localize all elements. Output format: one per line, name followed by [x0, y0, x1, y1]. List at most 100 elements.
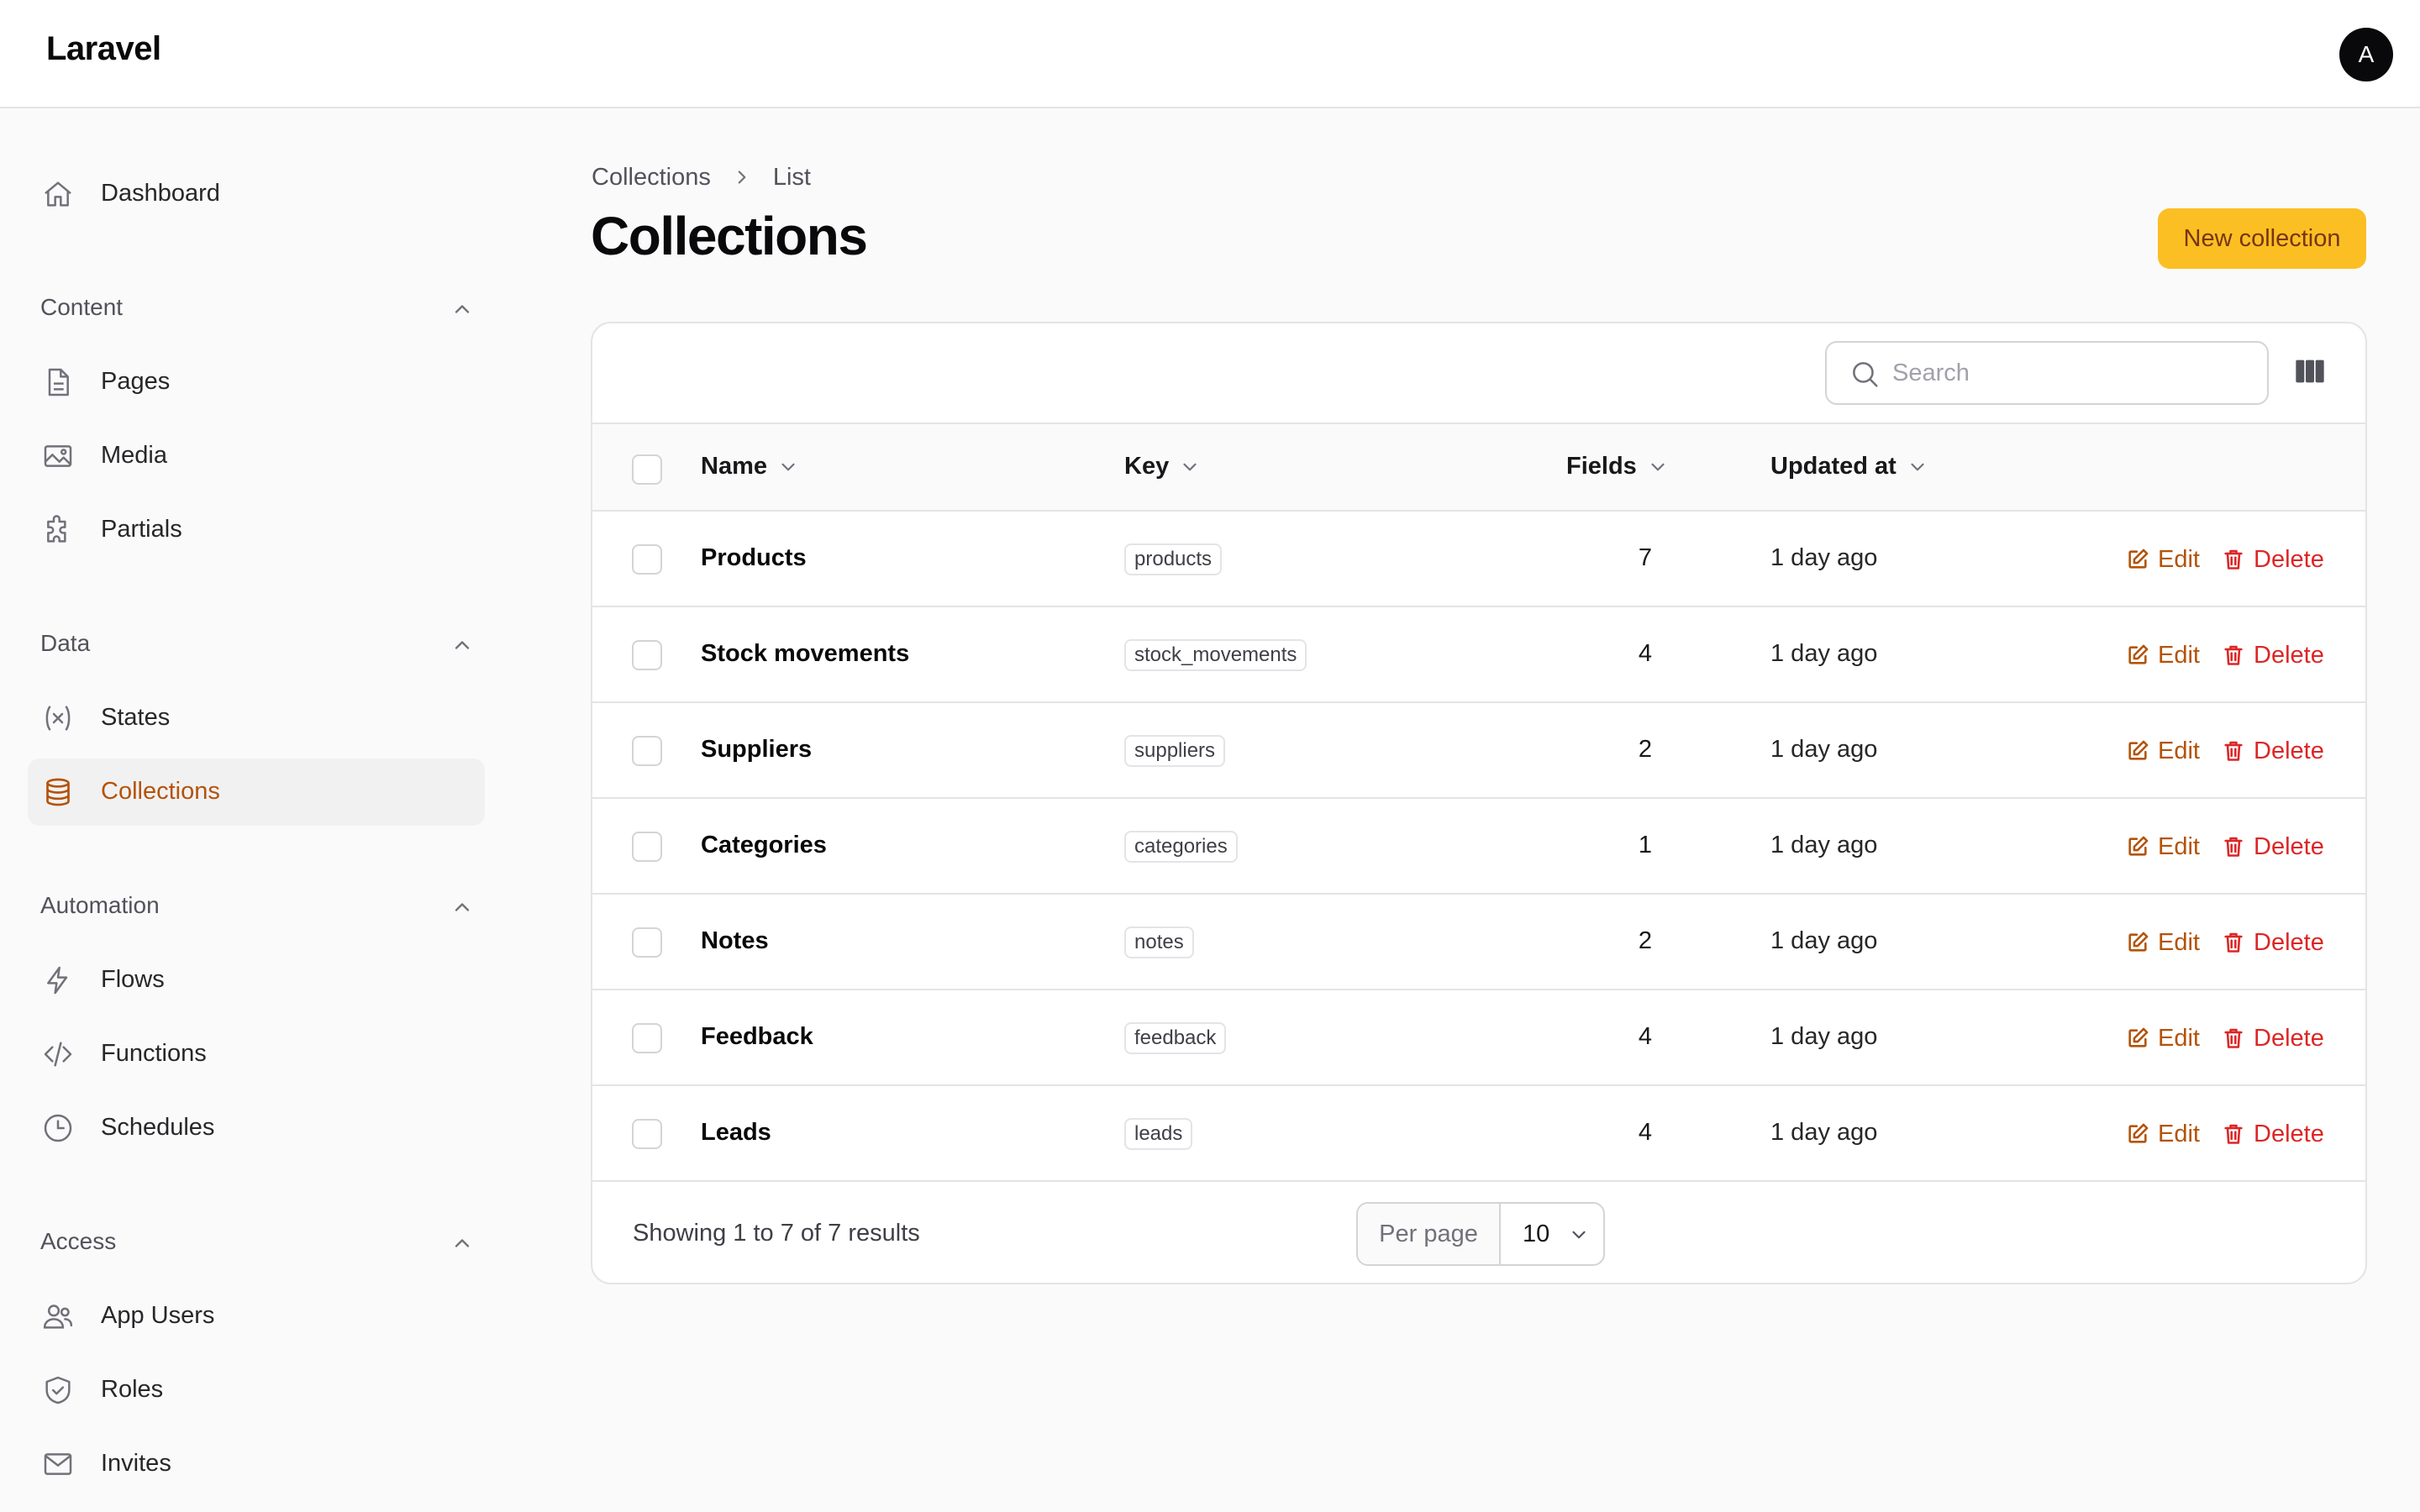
- table-row[interactable]: Suppliers suppliers 2 1 day ago Edit Delete: [592, 703, 2365, 799]
- trash-icon: [2222, 548, 2254, 571]
- key-badge: leads: [1124, 1118, 1193, 1150]
- table-header: Name Key Fields Updated at: [592, 423, 2365, 512]
- sidebar-item-invites[interactable]: Invites: [28, 1431, 485, 1498]
- user-avatar[interactable]: A: [2339, 28, 2393, 81]
- pagination-summary: Showing 1 to 7 of 7 results: [633, 1220, 920, 1247]
- chevron-up-icon: [450, 633, 474, 657]
- sidebar-item-app-users[interactable]: App Users: [28, 1283, 485, 1350]
- delete-button[interactable]: Delete: [2222, 734, 2324, 768]
- per-page-select[interactable]: Per page 10: [1356, 1202, 1605, 1266]
- edit-button[interactable]: Edit: [2126, 926, 2200, 959]
- table-row[interactable]: Products products 7 1 day ago Edit Delete: [592, 512, 2365, 607]
- delete-label: Delete: [2254, 928, 2324, 956]
- code-icon: [41, 1037, 75, 1071]
- cell-name: Notes: [701, 927, 769, 954]
- row-checkbox[interactable]: [632, 832, 662, 862]
- delete-button[interactable]: Delete: [2222, 543, 2324, 576]
- breadcrumb: Collections List: [592, 162, 811, 192]
- sidebar-item-roles[interactable]: Roles: [28, 1357, 485, 1424]
- sidebar-item-label: Functions: [101, 1040, 207, 1067]
- trash-icon: [2222, 931, 2254, 954]
- row-checkbox[interactable]: [632, 544, 662, 575]
- chevron-down-icon: [1647, 456, 1669, 478]
- edit-button[interactable]: Edit: [2126, 1021, 2200, 1055]
- edit-button[interactable]: Edit: [2126, 543, 2200, 576]
- sidebar-group-access[interactable]: Access: [40, 1225, 474, 1258]
- edit-button[interactable]: Edit: [2126, 1117, 2200, 1151]
- delete-label: Delete: [2254, 1120, 2324, 1147]
- new-collection-button[interactable]: New collection: [2158, 208, 2366, 269]
- row-checkbox[interactable]: [632, 640, 662, 670]
- edit-button[interactable]: Edit: [2126, 638, 2200, 672]
- table-row[interactable]: Stock movements stock_movements 4 1 day ago…: [592, 607, 2365, 703]
- column-header-name[interactable]: Name: [701, 453, 799, 480]
- edit-button[interactable]: Edit: [2126, 830, 2200, 864]
- row-checkbox[interactable]: [632, 927, 662, 958]
- sidebar-item-dashboard[interactable]: Dashboard: [28, 160, 485, 228]
- cell-updated-at: 1 day ago: [1770, 640, 1878, 667]
- group-label: Automation: [40, 892, 160, 918]
- sidebar-item-functions[interactable]: Functions: [28, 1021, 485, 1088]
- trash-icon: [2222, 1122, 2254, 1146]
- delete-button[interactable]: Delete: [2222, 830, 2324, 864]
- delete-button[interactable]: Delete: [2222, 1117, 2324, 1151]
- home-icon: [41, 177, 75, 211]
- edit-label: Edit: [2158, 928, 2200, 956]
- sidebar-item-schedules[interactable]: Schedules: [28, 1095, 485, 1162]
- key-badge: suppliers: [1124, 735, 1226, 767]
- brand-logo[interactable]: Laravel: [46, 30, 161, 68]
- cell-name: Suppliers: [701, 736, 813, 763]
- row-checkbox[interactable]: [632, 736, 662, 766]
- shield-icon: [41, 1373, 75, 1407]
- per-page-value: 10: [1523, 1221, 1550, 1247]
- mail-icon: [41, 1447, 75, 1481]
- sidebar-item-media[interactable]: Media: [28, 423, 485, 490]
- table-row[interactable]: Notes notes 2 1 day ago Edit Delete: [592, 895, 2365, 990]
- edit-label: Edit: [2158, 737, 2200, 764]
- edit-button[interactable]: Edit: [2126, 734, 2200, 768]
- column-header-updated-at[interactable]: Updated at: [1770, 453, 1928, 480]
- sidebar-item-label: Collections: [101, 778, 220, 805]
- sidebar-item-label: Invites: [101, 1450, 171, 1477]
- delete-button[interactable]: Delete: [2222, 926, 2324, 959]
- table-row[interactable]: Categories categories 1 1 day ago Edit Delete: [592, 799, 2365, 895]
- cell-updated-at: 1 day ago: [1770, 1023, 1878, 1050]
- table-row[interactable]: Leads leads 4 1 day ago Edit Delete: [592, 1086, 2365, 1182]
- sidebar-item-pages[interactable]: Pages: [28, 349, 485, 416]
- database-icon: [41, 775, 75, 809]
- sidebar-item-partials[interactable]: Partials: [28, 496, 485, 564]
- cell-updated-at: 1 day ago: [1770, 736, 1878, 763]
- chevron-down-icon: [777, 456, 799, 478]
- edit-icon: [2126, 1026, 2158, 1050]
- column-toggle-button[interactable]: [2293, 354, 2327, 388]
- breadcrumb-collections[interactable]: Collections: [592, 164, 711, 192]
- column-label: Key: [1124, 453, 1170, 480]
- sidebar-item-label: States: [101, 704, 171, 731]
- sidebar-item-states[interactable]: States: [28, 685, 485, 752]
- column-header-key[interactable]: Key: [1124, 453, 1201, 480]
- select-all-checkbox[interactable]: [632, 454, 662, 485]
- sidebar-group-automation[interactable]: Automation: [40, 889, 474, 922]
- row-checkbox[interactable]: [632, 1023, 662, 1053]
- table-row[interactable]: Feedback feedback 4 1 day ago Edit Delete: [592, 990, 2365, 1086]
- sidebar-item-label: Schedules: [101, 1114, 215, 1141]
- chevron-up-icon: [450, 1231, 474, 1255]
- search-input[interactable]: [1892, 354, 2254, 391]
- sidebar-item-flows[interactable]: Flows: [28, 947, 485, 1014]
- users-icon: [41, 1299, 75, 1333]
- cell-updated-at: 1 day ago: [1770, 927, 1878, 954]
- column-header-fields[interactable]: Fields: [1566, 453, 1669, 480]
- cell-name: Products: [701, 544, 807, 571]
- chevron-up-icon: [450, 297, 474, 321]
- sidebar-item-collections[interactable]: Collections: [28, 759, 485, 826]
- delete-button[interactable]: Delete: [2222, 638, 2324, 672]
- cell-fields: 2: [1638, 927, 1653, 954]
- sidebar-item-label: Pages: [101, 368, 171, 395]
- puzzle-icon: [41, 513, 75, 547]
- sidebar-item-label: Flows: [101, 966, 165, 993]
- sidebar-group-data[interactable]: Data: [40, 627, 474, 660]
- edit-label: Edit: [2158, 1120, 2200, 1147]
- row-checkbox[interactable]: [632, 1119, 662, 1149]
- delete-button[interactable]: Delete: [2222, 1021, 2324, 1055]
- sidebar-group-content[interactable]: Content: [40, 291, 474, 324]
